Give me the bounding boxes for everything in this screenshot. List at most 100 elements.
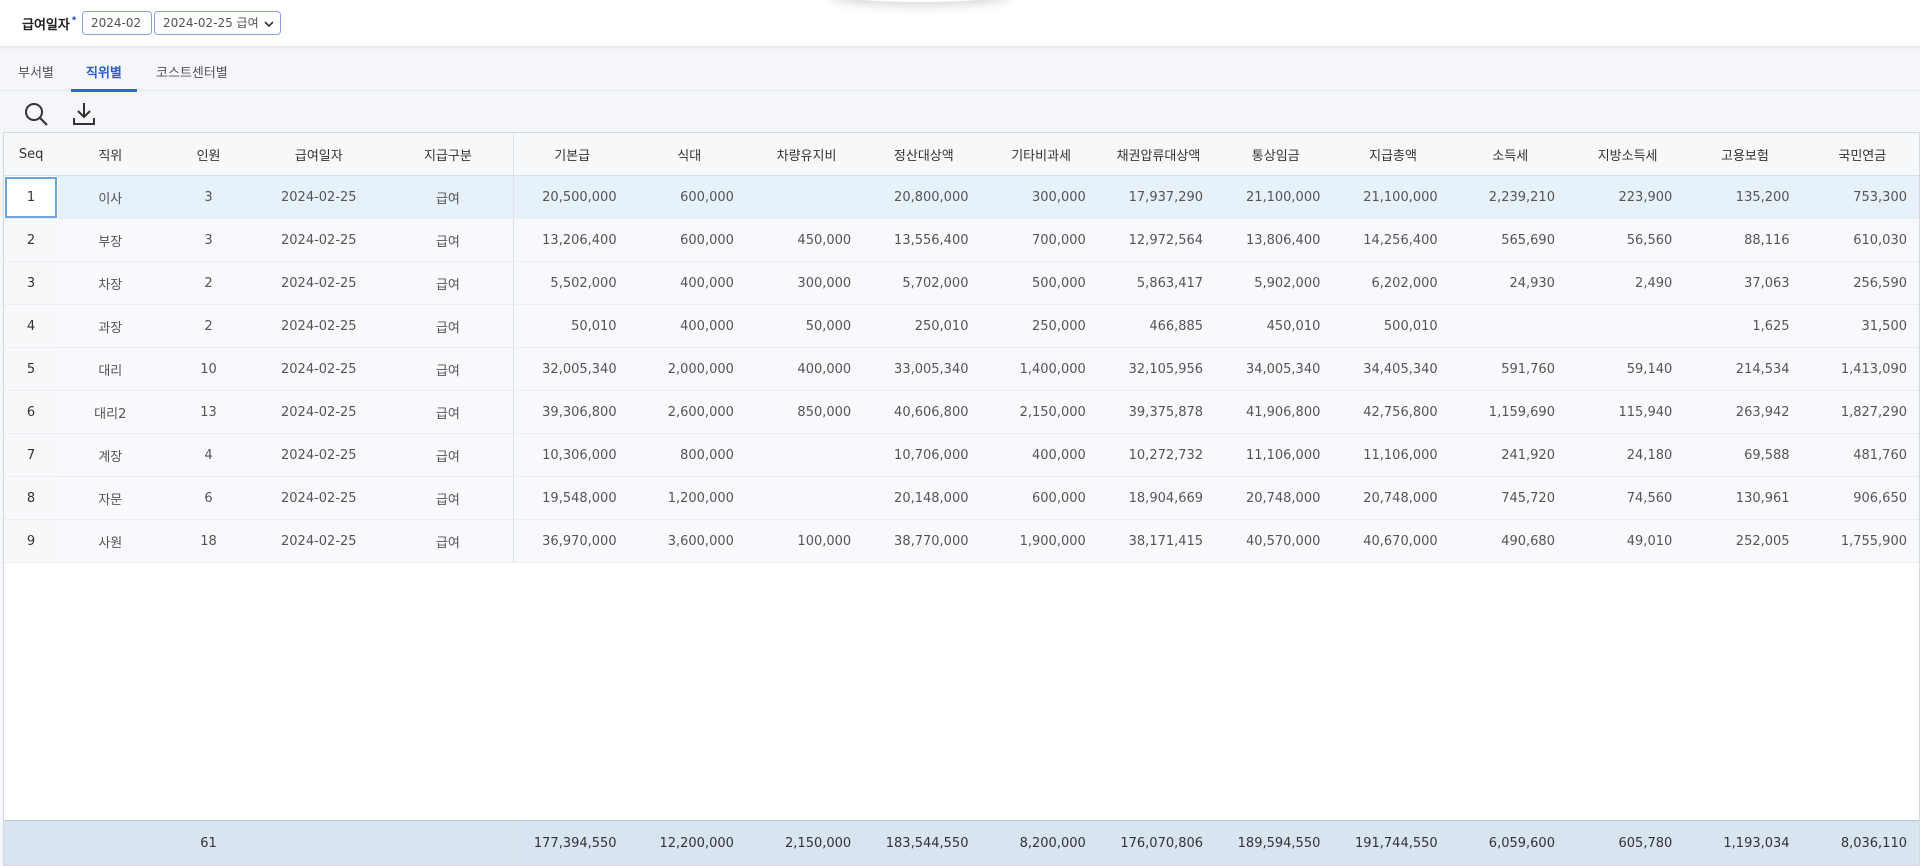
table-cell[interactable]: 41,906,800 xyxy=(1217,390,1335,434)
table-cell[interactable]: 74,560 xyxy=(1568,476,1687,520)
table-cell[interactable]: 10,706,000 xyxy=(865,433,983,477)
table-cell[interactable]: 250,010 xyxy=(865,304,983,348)
column-header[interactable]: 직위 xyxy=(58,133,163,176)
table-cell[interactable]: 34,005,340 xyxy=(1217,347,1335,391)
table-cell[interactable]: 565,690 xyxy=(1451,218,1569,262)
table-cell[interactable]: 24,180 xyxy=(1568,433,1687,477)
table-cell[interactable]: 6 xyxy=(162,476,255,520)
table-cell[interactable]: 1,400,000 xyxy=(982,347,1100,391)
table-cell[interactable]: 13,556,400 xyxy=(865,218,983,262)
table-cell[interactable]: 300,000 xyxy=(747,261,866,305)
table-cell[interactable]: 850,000 xyxy=(747,390,866,434)
table-cell[interactable]: 36,970,000 xyxy=(513,519,631,563)
table-cell[interactable]: 대리2 xyxy=(58,390,163,434)
table-cell[interactable]: 600,000 xyxy=(630,218,748,262)
table-cell[interactable]: 100,000 xyxy=(747,519,866,563)
table-cell[interactable]: 490,680 xyxy=(1451,519,1569,563)
column-header[interactable]: 인원 xyxy=(162,133,255,176)
column-header[interactable]: 지급총액 xyxy=(1334,133,1452,176)
table-cell[interactable]: 2,490 xyxy=(1568,261,1687,305)
table-cell[interactable]: 450,010 xyxy=(1217,304,1335,348)
table-cell[interactable]: 400,000 xyxy=(630,261,748,305)
table-cell[interactable]: 1,900,000 xyxy=(982,519,1100,563)
download-icon[interactable] xyxy=(70,100,98,128)
table-cell[interactable]: 115,940 xyxy=(1568,390,1687,434)
table-cell[interactable]: 20,500,000 xyxy=(513,175,631,219)
table-cell[interactable]: 31,500 xyxy=(1803,304,1919,348)
table-cell[interactable]: 차장 xyxy=(58,261,163,305)
table-cell[interactable]: 7 xyxy=(4,433,59,477)
table-cell[interactable] xyxy=(747,175,866,219)
table-cell[interactable]: 2,239,210 xyxy=(1451,175,1569,219)
table-cell[interactable]: 300,000 xyxy=(982,175,1100,219)
table-cell[interactable]: 800,000 xyxy=(630,433,748,477)
table-cell[interactable]: 급여 xyxy=(382,347,514,391)
table-cell[interactable]: 2024-02-25 xyxy=(254,304,383,348)
table-cell[interactable]: 39,375,878 xyxy=(1099,390,1218,434)
table-cell[interactable]: 18 xyxy=(162,519,255,563)
table-cell[interactable]: 32,105,956 xyxy=(1099,347,1218,391)
table-cell[interactable]: 19,548,000 xyxy=(513,476,631,520)
table-cell[interactable]: 사원 xyxy=(58,519,163,563)
table-cell[interactable]: 906,650 xyxy=(1803,476,1919,520)
table-cell[interactable]: 급여 xyxy=(382,390,514,434)
table-cell[interactable]: 2,000,000 xyxy=(630,347,748,391)
table-cell[interactable]: 급여 xyxy=(382,433,514,477)
table-cell[interactable]: 13,206,400 xyxy=(513,218,631,262)
column-header[interactable]: 채권압류대상액 xyxy=(1099,133,1218,176)
table-cell[interactable]: 2,150,000 xyxy=(982,390,1100,434)
table-cell[interactable]: 6,202,000 xyxy=(1334,261,1452,305)
table-row[interactable]: 7 계장 4 2024-02-25 급여 10,306,000 800,000 10,706,… xyxy=(4,433,1919,477)
table-cell[interactable]: 2024-02-25 xyxy=(254,261,383,305)
table-cell[interactable]: 5,902,000 xyxy=(1217,261,1335,305)
tab-by-position[interactable]: 직위별 xyxy=(71,62,137,92)
table-row[interactable]: 5 대리 10 2024-02-25 급여 32,005,340 2,000,000 400,… xyxy=(4,347,1919,391)
table-cell[interactable]: 급여 xyxy=(382,304,514,348)
table-cell[interactable]: 130,961 xyxy=(1686,476,1804,520)
table-cell[interactable]: 2 xyxy=(162,261,255,305)
table-cell[interactable]: 계장 xyxy=(58,433,163,477)
table-row[interactable]: 4 과장 2 2024-02-25 급여 50,010 400,000 50,000 250,0… xyxy=(4,304,1919,348)
table-cell[interactable]: 급여 xyxy=(382,175,514,219)
table-cell[interactable]: 500,000 xyxy=(982,261,1100,305)
table-cell[interactable]: 20,148,000 xyxy=(865,476,983,520)
table-cell[interactable]: 9 xyxy=(4,519,59,563)
table-cell[interactable]: 18,904,669 xyxy=(1099,476,1218,520)
table-cell[interactable]: 38,770,000 xyxy=(865,519,983,563)
table-cell[interactable]: 241,920 xyxy=(1451,433,1569,477)
table-cell[interactable]: 38,171,415 xyxy=(1099,519,1218,563)
table-cell[interactable]: 이사 xyxy=(58,175,163,219)
column-header[interactable]: 급여일자 xyxy=(254,133,383,176)
table-cell[interactable]: 5,863,417 xyxy=(1099,261,1218,305)
table-cell[interactable]: 부장 xyxy=(58,218,163,262)
table-cell[interactable]: 20,800,000 xyxy=(865,175,983,219)
table-cell[interactable]: 39,306,800 xyxy=(513,390,631,434)
table-cell[interactable]: 481,760 xyxy=(1803,433,1919,477)
table-cell[interactable]: 13 xyxy=(162,390,255,434)
table-cell[interactable]: 745,720 xyxy=(1451,476,1569,520)
table-cell[interactable]: 12,972,564 xyxy=(1099,218,1218,262)
table-cell[interactable]: 자문 xyxy=(58,476,163,520)
table-cell[interactable]: 2024-02-25 xyxy=(254,390,383,434)
table-cell[interactable]: 400,000 xyxy=(630,304,748,348)
tab-by-cost-center[interactable]: 코스트센터별 xyxy=(156,62,228,91)
table-cell[interactable]: 37,063 xyxy=(1686,261,1804,305)
table-cell[interactable]: 40,670,000 xyxy=(1334,519,1452,563)
table-cell[interactable]: 610,030 xyxy=(1803,218,1919,262)
column-header[interactable]: 고용보험 xyxy=(1686,133,1804,176)
table-cell[interactable]: 17,937,290 xyxy=(1099,175,1218,219)
table-cell[interactable]: 14,256,400 xyxy=(1334,218,1452,262)
table-cell[interactable]: 8 xyxy=(4,476,59,520)
table-cell[interactable]: 223,900 xyxy=(1568,175,1687,219)
table-cell[interactable]: 10,306,000 xyxy=(513,433,631,477)
table-cell[interactable]: 256,590 xyxy=(1803,261,1919,305)
table-row[interactable]: 3 차장 2 2024-02-25 급여 5,502,000 400,000 300,000 5… xyxy=(4,261,1919,305)
table-row[interactable]: 6 대리2 13 2024-02-25 급여 39,306,800 2,600,000 850… xyxy=(4,390,1919,434)
tab-by-department[interactable]: 부서별 xyxy=(18,62,54,91)
table-cell[interactable]: 급여 xyxy=(382,476,514,520)
table-cell[interactable]: 2024-02-25 xyxy=(254,218,383,262)
table-cell[interactable]: 753,300 xyxy=(1803,175,1919,219)
table-cell[interactable]: 5,702,000 xyxy=(865,261,983,305)
column-header[interactable]: 지급구분 xyxy=(382,133,514,176)
search-icon[interactable] xyxy=(22,100,50,128)
